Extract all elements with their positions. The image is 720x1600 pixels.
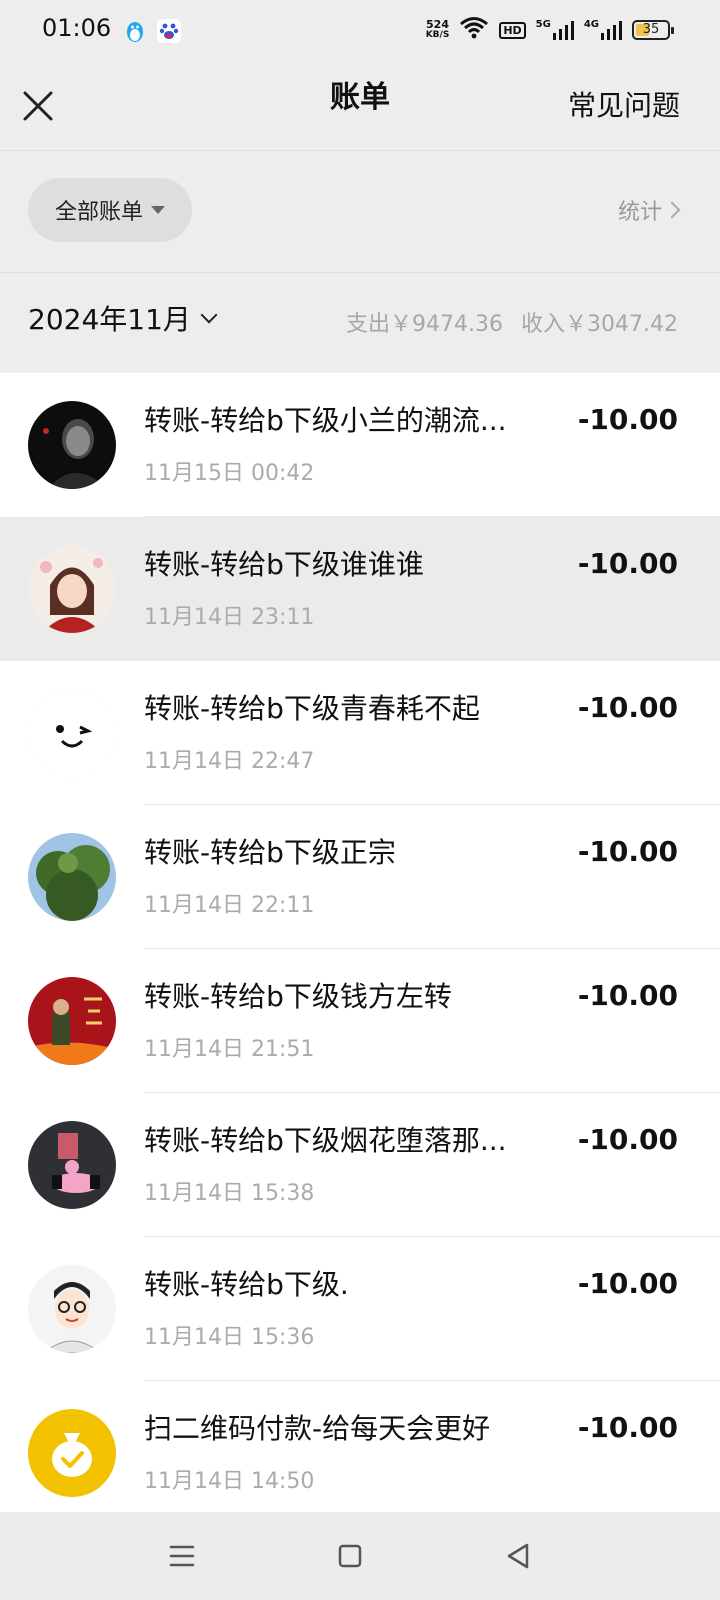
bill-time: 11月14日 15:38 xyxy=(144,1181,315,1206)
bill-title: 转账-转给b下级青春耗不起 xyxy=(144,692,480,725)
expense-total: 支出￥9474.36 xyxy=(346,312,504,337)
stats-link[interactable]: 统计 xyxy=(617,194,681,226)
net-5g-label: 5G xyxy=(535,19,551,30)
battery-icon: 35 xyxy=(632,20,674,40)
bill-row[interactable]: 转账-转给b下级青春耗不起 11月14日 22:47 -10.00 xyxy=(0,661,720,805)
signal-5g-icon: 5G xyxy=(536,19,574,41)
avatar xyxy=(28,833,116,921)
avatar xyxy=(28,1409,116,1497)
bill-row[interactable]: 转账-转给b下级小兰的潮流... 11月15日 00:42 -10.00 xyxy=(0,373,720,517)
net-4g-label: 4G xyxy=(583,19,599,30)
month-summary: 支出￥9474.36 收入￥3047.42 xyxy=(346,306,678,338)
filter-divider xyxy=(0,272,720,273)
avatar xyxy=(28,1121,116,1209)
bill-amount: -10.00 xyxy=(577,1267,678,1300)
faq-link[interactable]: 常见问题 xyxy=(568,84,680,124)
bill-row[interactable]: 转账-转给b下级谁谁谁 11月14日 23:11 -10.00 xyxy=(0,517,720,661)
bill-row[interactable]: 转账-转给b下级钱方左转 11月14日 21:51 -10.00 xyxy=(0,949,720,1093)
status-time: 01:06 xyxy=(42,14,112,42)
bill-amount: -10.00 xyxy=(577,1123,678,1156)
bill-time: 11月14日 23:11 xyxy=(144,605,315,630)
bill-time: 11月14日 22:11 xyxy=(144,893,315,918)
bill-list: 转账-转给b下级小兰的潮流... 11月15日 00:42 -10.00 转账-… xyxy=(0,373,720,1525)
avatar xyxy=(28,1265,116,1353)
bill-title: 扫二维码付款-给每天会更好 xyxy=(144,1412,491,1445)
wifi-icon xyxy=(459,16,489,44)
avatar xyxy=(28,401,116,489)
bill-time: 11月14日 22:47 xyxy=(144,749,315,774)
bill-amount: -10.00 xyxy=(577,403,678,436)
bill-amount: -10.00 xyxy=(577,979,678,1012)
income-total: 收入￥3047.42 xyxy=(521,312,678,337)
bill-row[interactable]: 转账-转给b下级正宗 11月14日 22:11 -10.00 xyxy=(0,805,720,949)
bill-title: 转账-转给b下级. xyxy=(144,1268,349,1301)
speed-unit: KB/S xyxy=(425,30,450,40)
bill-amount: -10.00 xyxy=(577,1411,678,1444)
network-speed: 524 KB/S xyxy=(426,19,450,41)
bill-title: 转账-转给b下级正宗 xyxy=(144,836,396,869)
bill-time: 11月15日 00:42 xyxy=(144,461,315,486)
caret-down-icon xyxy=(151,206,165,214)
bill-time: 11月14日 15:36 xyxy=(144,1325,315,1350)
bill-title: 转账-转给b下级小兰的潮流... xyxy=(144,404,507,437)
qq-penguin-icon xyxy=(122,18,148,44)
header-divider xyxy=(0,150,720,151)
baidu-paw-icon xyxy=(156,18,182,44)
bill-amount: -10.00 xyxy=(577,547,678,580)
home-button[interactable] xyxy=(332,1538,368,1574)
bill-title: 转账-转给b下级钱方左转 xyxy=(144,980,452,1013)
avatar xyxy=(28,977,116,1065)
money-bag-icon xyxy=(28,1409,116,1497)
square-icon xyxy=(338,1544,362,1568)
stats-label: 统计 xyxy=(617,200,662,225)
back-button[interactable] xyxy=(500,1538,536,1574)
avatar xyxy=(28,545,116,633)
header-bar: 账单 常见问题 xyxy=(0,64,720,150)
bill-type-filter-button[interactable]: 全部账单 xyxy=(28,178,192,242)
month-label: 2024年11月 xyxy=(28,303,191,336)
hd-badge: HD xyxy=(499,21,526,39)
bill-time: 11月14日 14:50 xyxy=(144,1469,315,1494)
bill-time: 11月14日 21:51 xyxy=(144,1037,315,1062)
status-indicators: 524 KB/S HD 5G 4G 35 xyxy=(426,16,674,44)
menu-button[interactable] xyxy=(164,1538,200,1574)
signal-4g-icon: 4G xyxy=(584,19,622,41)
battery-level: 35 xyxy=(642,22,660,37)
bill-row[interactable]: 转账-转给b下级. 11月14日 15:36 -10.00 xyxy=(0,1237,720,1381)
system-nav-bar xyxy=(0,1512,720,1600)
status-bar: 01:06 524 KB/S HD 5G 4G 35 xyxy=(0,0,720,64)
filter-label: 全部账单 xyxy=(54,200,143,225)
chevron-down-icon xyxy=(200,306,218,324)
bill-row[interactable]: 转账-转给b下级烟花堕落那... 11月14日 15:38 -10.00 xyxy=(0,1093,720,1237)
speed-value: 524 xyxy=(426,18,449,31)
bill-title: 转账-转给b下级烟花堕落那... xyxy=(144,1124,507,1157)
bill-amount: -10.00 xyxy=(577,835,678,868)
back-triangle-icon xyxy=(507,1543,529,1569)
month-selector[interactable]: 2024年11月 xyxy=(28,298,218,338)
bill-row[interactable]: 扫二维码付款-给每天会更好 11月14日 14:50 -10.00 xyxy=(0,1381,720,1525)
bill-amount: -10.00 xyxy=(577,691,678,724)
chevron-right-icon xyxy=(663,201,681,219)
bill-title: 转账-转给b下级谁谁谁 xyxy=(144,548,424,581)
menu-icon xyxy=(169,1545,195,1567)
avatar xyxy=(28,689,116,777)
